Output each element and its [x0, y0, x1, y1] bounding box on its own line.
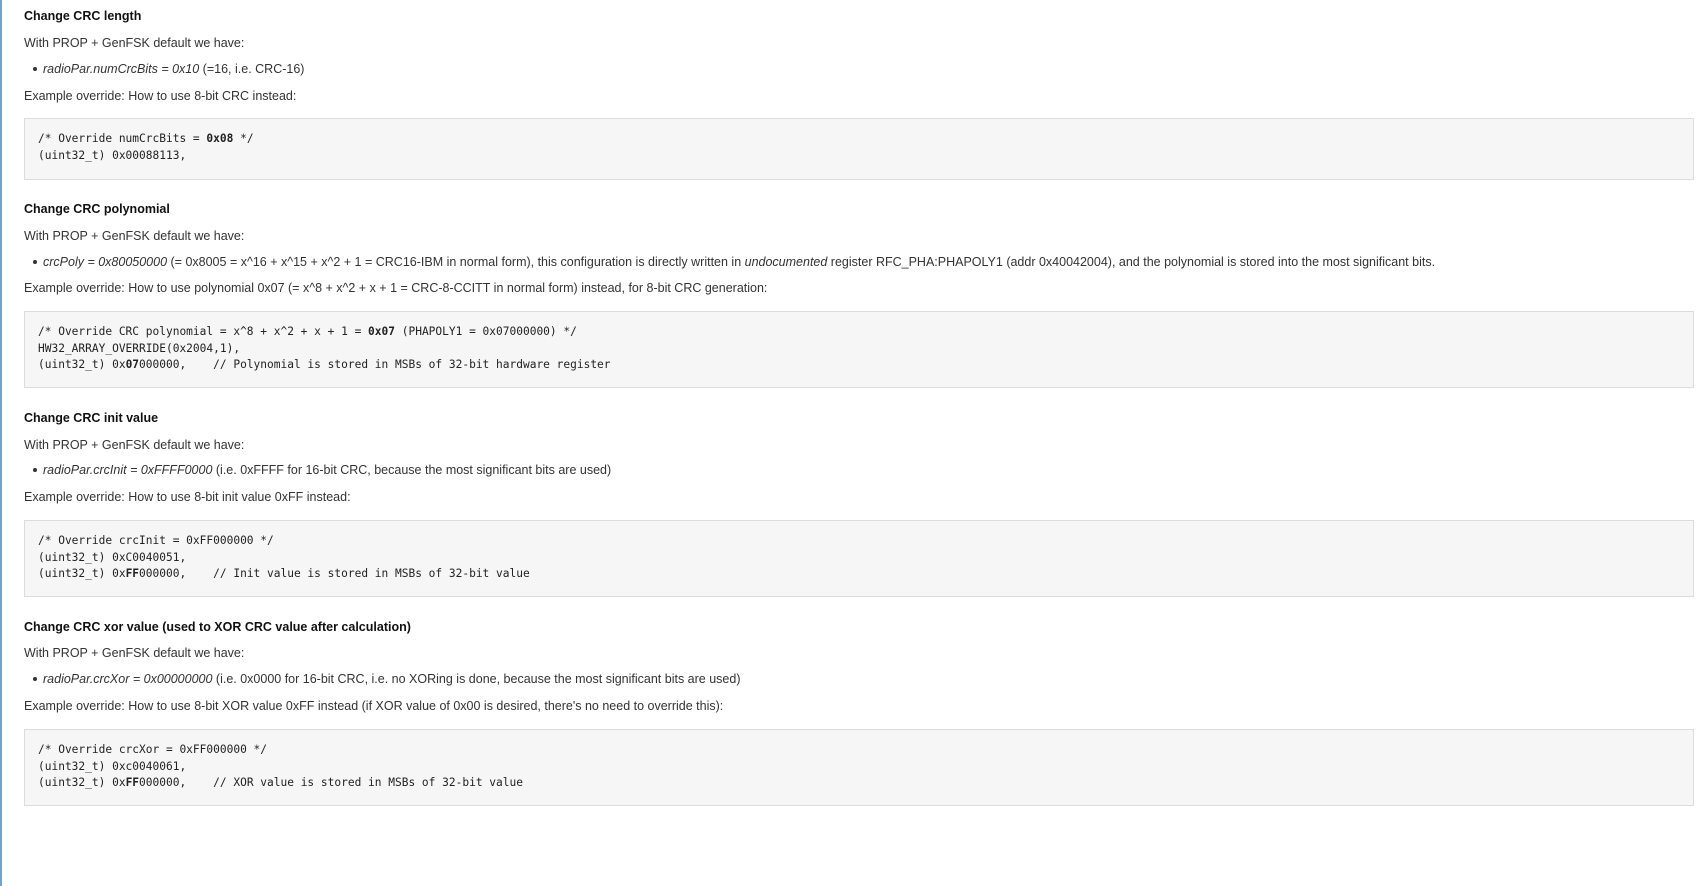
bullet-text: (=16, i.e. CRC-16) — [199, 62, 305, 76]
code-block: /* Override CRC polynomial = x^8 + x^2 +… — [24, 311, 1694, 388]
emphasis-text: undocumented — [744, 255, 828, 269]
intro-text: With PROP + GenFSK default we have: — [24, 438, 245, 452]
section-heading: Change CRC polynomial — [24, 202, 170, 216]
code-block: /* Override crcXor = 0xFF000000 */ (uint… — [24, 729, 1694, 806]
code-line: (uint32_t) 0x00088113, — [38, 148, 187, 162]
code-term: radioPar.crcInit = 0xFFFF0000 — [43, 463, 213, 477]
list-item: radioPar.crcInit = 0xFFFF0000 (i.e. 0xFF… — [33, 463, 611, 477]
code-term: radioPar.numCrcBits = 0x10 — [43, 62, 200, 76]
code-line: /* Override crcXor = 0xFF000000 */ — [38, 743, 268, 756]
intro-text: With PROP + GenFSK default we have: — [24, 229, 245, 243]
intro-text: With PROP + GenFSK default we have: — [24, 646, 245, 660]
section-heading: Change CRC length — [24, 9, 142, 23]
code-line: /* Override CRC polynomial = x^8 + x^2 +… — [38, 325, 577, 338]
left-border — [0, 0, 2, 886]
example-text: Example override: How to use 8-bit XOR v… — [24, 699, 724, 713]
code-block: /* Override crcInit = 0xFF000000 */ (uin… — [24, 520, 1694, 597]
bullet-text: (= 0x8005 = x^16 + x^15 + x^2 + 1 = CRC1… — [167, 255, 745, 269]
code-line: (uint32_t) 0x07000000, // Polynomial is … — [38, 358, 611, 372]
code-line: (uint32_t) 0xFF000000, // XOR value is s… — [38, 776, 523, 790]
code-block: /* Override numCrcBits = 0x08 */ (uint32… — [24, 118, 1694, 180]
code-line: /* Override crcInit = 0xFF000000 */ — [38, 534, 274, 547]
list-item: radioPar.numCrcBits = 0x10 (=16, i.e. CR… — [33, 62, 304, 76]
bullet-text-rest: register RFC_PHA:PHAPOLY1 (addr 0x400420… — [827, 255, 1436, 269]
code-term: radioPar.crcXor = 0x00000000 — [43, 672, 213, 686]
code-line: /* Override numCrcBits = 0x08 */ — [38, 132, 254, 145]
code-line: (uint32_t) 0xc0040061, — [38, 759, 187, 773]
section-heading: Change CRC init value — [24, 411, 159, 425]
bullet-dot-icon — [33, 259, 37, 264]
example-text: Example override: How to use 8-bit init … — [24, 490, 351, 504]
list-item: crcPoly = 0x80050000 (= 0x8005 = x^16 + … — [33, 255, 1435, 269]
section-heading: Change CRC xor value (used to XOR CRC va… — [24, 620, 411, 634]
bullet-dot-icon — [33, 66, 37, 71]
bullet-text: (i.e. 0xFFFF for 16-bit CRC, because the… — [212, 463, 612, 477]
intro-text: With PROP + GenFSK default we have: — [24, 36, 245, 50]
example-text: Example override: How to use polynomial … — [24, 281, 768, 295]
bullet-text: (i.e. 0x0000 for 16-bit CRC, i.e. no XOR… — [212, 672, 741, 686]
code-line: (uint32_t) 0xC0040051, — [38, 550, 187, 564]
code-line: HW32_ARRAY_OVERRIDE(0x2004,1), — [38, 341, 241, 355]
list-item: radioPar.crcXor = 0x00000000 (i.e. 0x000… — [33, 672, 740, 686]
bullet-dot-icon — [33, 676, 37, 681]
example-text: Example override: How to use 8-bit CRC i… — [24, 89, 297, 103]
code-term: crcPoly = 0x80050000 — [43, 255, 168, 269]
bullet-dot-icon — [33, 467, 37, 472]
code-line: (uint32_t) 0xFF000000, // Init value is … — [38, 567, 530, 581]
